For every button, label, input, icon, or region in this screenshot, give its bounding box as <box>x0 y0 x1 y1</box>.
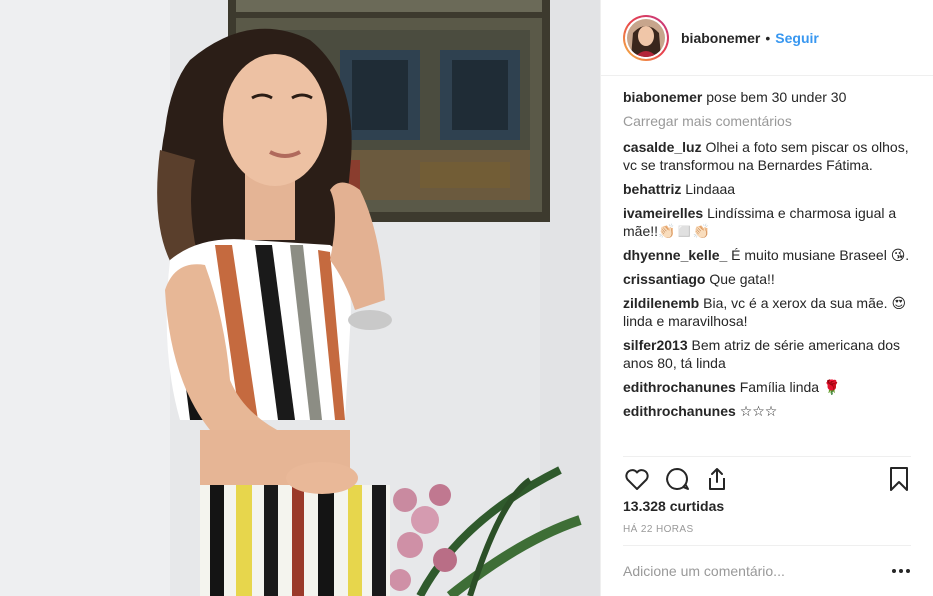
comment-username[interactable]: casalde_luz <box>623 139 702 155</box>
striped-skirt <box>200 485 390 596</box>
load-more-comments-link[interactable]: Carregar mais comentários <box>623 112 913 130</box>
comment-item: behattriz Lindaaa <box>623 180 913 198</box>
actions-divider <box>623 456 911 457</box>
follow-button[interactable]: Seguir <box>775 30 819 46</box>
comment-text: ☆☆☆ <box>739 403 778 419</box>
avatar <box>627 18 665 57</box>
author-avatar-ring[interactable] <box>623 14 669 61</box>
comment-text: Lindaaa <box>685 181 736 197</box>
comment-username[interactable]: dhyenne_kelle_ <box>623 247 727 263</box>
comment-item: edithrochanunes ☆☆☆ <box>623 402 913 420</box>
post-header: biabonemer • Seguir <box>601 0 933 76</box>
header-divider <box>623 75 911 76</box>
author-username[interactable]: biabonemer <box>681 30 760 46</box>
more-dots-icon[interactable] <box>891 562 911 580</box>
comment-username[interactable]: ivameirelles <box>623 205 703 221</box>
comment-item: edithrochanunes Família linda 🌹 <box>623 378 913 396</box>
caption-username[interactable]: biabonemer <box>623 89 702 105</box>
heart-icon[interactable] <box>623 465 651 493</box>
comment-item: crissantiago Que gata!! <box>623 270 913 288</box>
comment-username[interactable]: silfer2013 <box>623 337 688 353</box>
comment-text: Que gata!! <box>709 271 775 287</box>
post-timestamp[interactable]: HÁ 22 HORAS <box>623 524 694 535</box>
post-photo[interactable] <box>0 0 600 596</box>
comments-list[interactable]: biabonemer pose bem 30 under 30 Carregar… <box>623 88 913 456</box>
caption-text: pose bem 30 under 30 <box>706 89 847 105</box>
comment-item: zildilenemb Bia, vc é a xerox da sua mãe… <box>623 294 913 330</box>
comment-text: Família linda 🌹 <box>739 379 841 395</box>
comment-username[interactable]: zildilenemb <box>623 295 699 311</box>
comment-item: silfer2013 Bem atriz de série americana … <box>623 336 913 372</box>
comment-item: ivameirelles Lindíssima e charmosa igual… <box>623 204 913 240</box>
post-details-panel: biabonemer • Seguir biabonemer pose bem … <box>600 0 933 596</box>
share-icon[interactable] <box>703 465 731 493</box>
separator-dot: • <box>765 29 771 46</box>
comment-text: É muito musiane Braseel 😘. <box>731 247 910 263</box>
comment-username[interactable]: crissantiago <box>623 271 705 287</box>
add-comment-input[interactable] <box>623 546 883 596</box>
comment-username[interactable]: edithrochanunes <box>623 379 736 395</box>
comment-username[interactable]: edithrochanunes <box>623 403 736 419</box>
likes-count[interactable]: 13.328 curtidas <box>623 498 724 514</box>
comment-item: dhyenne_kelle_ É muito musiane Braseel 😘… <box>623 246 913 264</box>
post-photo-image <box>0 0 600 596</box>
comment-bubble-icon[interactable] <box>663 465 691 493</box>
comment-username[interactable]: behattriz <box>623 181 681 197</box>
bookmark-icon[interactable] <box>885 465 913 493</box>
caption: biabonemer pose bem 30 under 30 <box>623 88 913 106</box>
comment-item: casalde_luz Olhei a foto sem piscar os o… <box>623 138 913 174</box>
post-actions-bar <box>623 462 911 496</box>
